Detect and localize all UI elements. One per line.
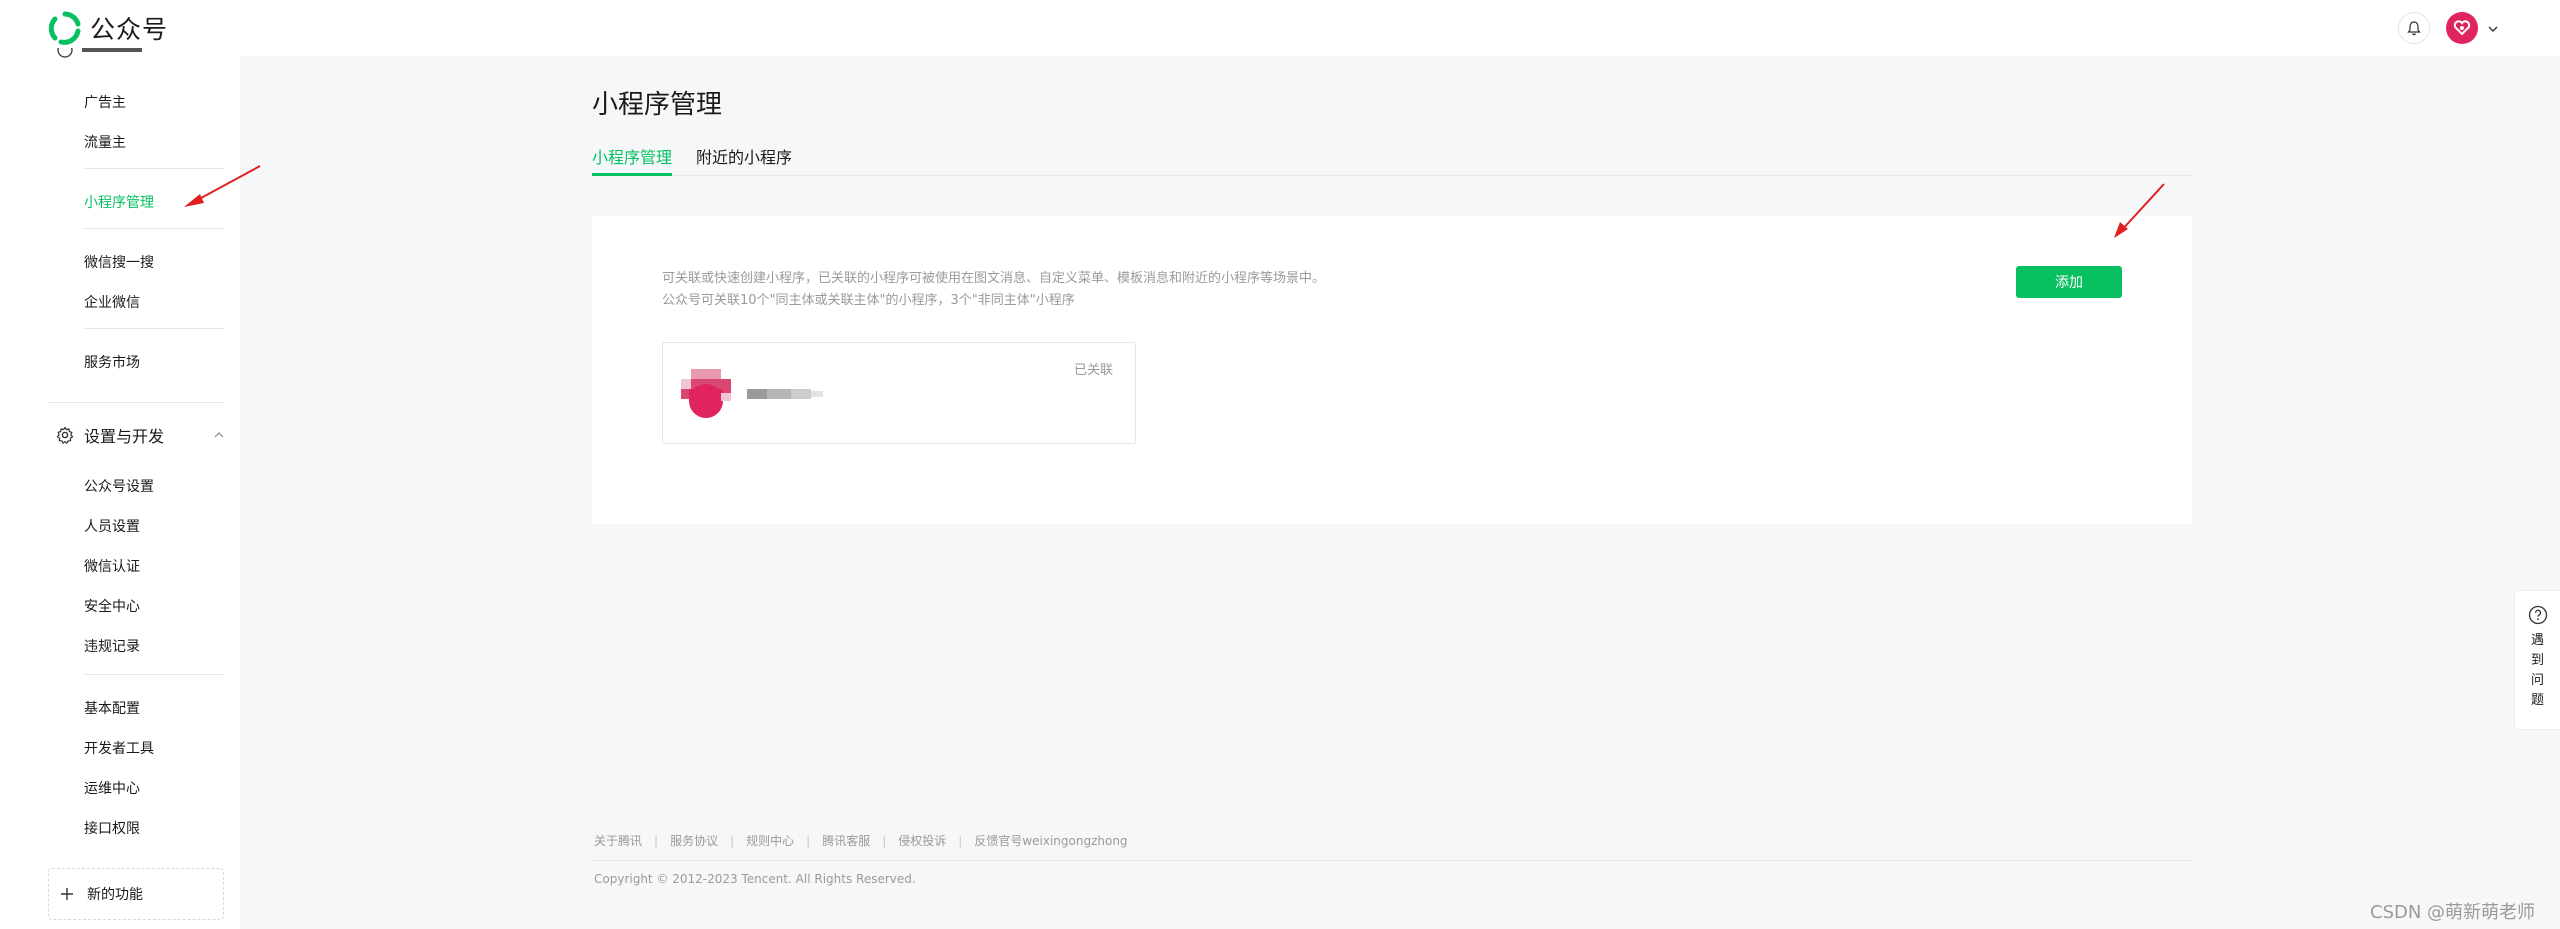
copyright: Copyright © 2012-2023 Tencent. All Right… [594,872,916,886]
footer-link-about[interactable]: 关于腾讯 [594,832,642,849]
plus-icon [61,888,73,900]
csdn-watermark: CSDN @萌新萌老师 [2370,902,2536,923]
description: 可关联或快速创建小程序，已关联的小程序可被使用在图文消息、自定义菜单、模板消息和… [662,268,1325,312]
sidebar-item-service-market[interactable]: 服务市场 [84,352,140,372]
footer-links: 关于腾讯 | 服务协议 | 规则中心 | 腾讯客服 | 侵权投诉 | 反馈官号w… [594,832,1128,849]
sidebar-group-label: 设置与开发 [84,427,165,446]
mini-program-name-redacted [747,389,823,399]
linked-mini-program-item[interactable]: 已关联 [662,342,1136,444]
footer-link-rules-center[interactable]: 规则中心 [746,832,794,849]
separator: | [882,833,887,848]
sidebar-item-basic-config[interactable]: 基本配置 [84,698,140,718]
wechat-official-logo-icon [48,11,81,45]
add-button[interactable]: 添加 [2016,266,2122,298]
sidebar-item-wechat-verify[interactable]: 微信认证 [84,556,140,576]
separator: | [958,833,963,848]
question-circle-icon [2528,605,2547,625]
divider [84,228,224,229]
sidebar-item-api-permissions[interactable]: 接口权限 [84,818,140,838]
footer-divider [594,860,2192,861]
help-label: 遇到问题 [2530,633,2544,708]
tab-bar: 小程序管理 附近的小程序 [592,140,2192,176]
sidebar-item-member-settings[interactable]: 人员设置 [84,516,140,536]
description-line-2: 公众号可关联10个"同主体或关联主体"的小程序，3个"非同主体"小程序 [662,293,1075,308]
heart-avatar-icon [2453,20,2471,36]
sidebar-item-wecom[interactable]: 企业微信 [84,292,140,312]
notification-button[interactable] [2398,12,2430,44]
divider [84,674,224,675]
app-title: 公众号 [90,15,169,44]
divider [84,328,224,329]
user-avatar[interactable] [2446,12,2478,44]
separator: | [654,833,659,848]
sidebar-item-security-center[interactable]: 安全中心 [84,596,140,616]
chevron-down-icon[interactable] [2486,22,2500,36]
description-line-1: 可关联或快速创建小程序，已关联的小程序可被使用在图文消息、自定义菜单、模板消息和… [662,271,1326,286]
sidebar-item-violation-records[interactable]: 违规记录 [84,636,140,656]
clipped-group-header [56,48,176,64]
linked-status: 已关联 [1073,363,1113,378]
mini-program-avatar [681,369,731,418]
separator: | [730,833,735,848]
sidebar-item-developer-tools[interactable]: 开发者工具 [84,738,154,758]
page-title: 小程序管理 [592,90,723,120]
bell-icon [2407,21,2421,36]
divider [84,168,224,169]
mini-program-card: 可关联或快速创建小程序，已关联的小程序可被使用在图文消息、自定义菜单、模板消息和… [592,216,2192,524]
gear-icon [56,426,74,444]
top-bar: 公众号 [0,0,2560,56]
sidebar-item-ops-center[interactable]: 运维中心 [84,778,140,798]
sidebar-group-settings-dev[interactable]: 设置与开发 [56,422,226,448]
app-logo[interactable]: 公众号 [48,10,168,46]
help-float-button[interactable]: 遇到问题 [2514,590,2560,730]
new-feature-button[interactable]: 新的功能 [48,868,224,920]
chevron-up-icon[interactable] [212,428,226,442]
sidebar-item-wechat-search[interactable]: 微信搜一搜 [84,252,154,272]
sidebar-item-advertiser[interactable]: 广告主 [84,92,126,112]
tab-mini-program-management[interactable]: 小程序管理 [592,144,672,168]
footer-link-feedback[interactable]: 反馈官号weixingongzhong [974,832,1127,849]
new-feature-label: 新的功能 [87,887,143,903]
footer-link-customer-service[interactable]: 腾讯客服 [822,832,870,849]
sidebar-item-account-settings[interactable]: 公众号设置 [84,476,154,496]
tab-nearby-mini-programs[interactable]: 附近的小程序 [696,144,792,168]
separator: | [806,833,811,848]
sidebar-item-publisher[interactable]: 流量主 [84,132,126,152]
footer-link-infringement[interactable]: 侵权投诉 [898,832,946,849]
sidebar-item-mini-program[interactable]: 小程序管理 [84,192,154,212]
footer-link-service-agreement[interactable]: 服务协议 [670,832,718,849]
sidebar: 广告主 流量主 小程序管理 微信搜一搜 企业微信 服务市场 设置与开发 公众号设… [0,48,240,929]
active-tab-indicator [592,173,672,176]
divider [48,402,224,403]
